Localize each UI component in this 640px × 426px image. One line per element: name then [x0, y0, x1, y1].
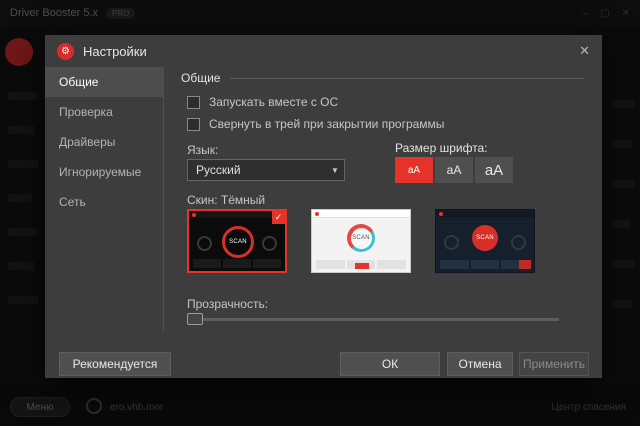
scan-ring: SCAN	[472, 225, 498, 251]
tray-label: Свернуть в трей при закрытии программы	[209, 117, 445, 131]
autostart-checkbox[interactable]	[187, 95, 200, 109]
check-icon: ✓	[272, 211, 285, 224]
scan-text: SCAN	[229, 239, 247, 245]
chevron-down-icon: ▼	[331, 165, 339, 175]
transparency-slider-handle[interactable]	[187, 313, 203, 325]
font-size-label: Размер шрифта:	[395, 141, 488, 155]
scan-ring: SCAN	[222, 226, 254, 258]
close-icon[interactable]: ✕	[579, 43, 590, 59]
recommended-button[interactable]: Рекомендуется	[59, 352, 171, 376]
dialog-titlebar: ⚙ Настройки ✕	[45, 35, 602, 67]
transparency-label: Прозрачность:	[187, 297, 269, 311]
thumb-accent	[355, 263, 369, 269]
skin-label: Скин: Тёмный	[187, 193, 266, 207]
sidebar-item-ignored[interactable]: Игнорируемые	[45, 157, 163, 187]
app-logo-icon: ⚙	[57, 42, 74, 60]
sidebar-item-general[interactable]: Общие	[45, 67, 163, 97]
thumb-panels	[193, 259, 281, 268]
gauge-icon	[197, 236, 212, 251]
font-size-small-button[interactable]: аА	[395, 157, 433, 183]
skin-thumb-dark[interactable]: SCAN ✓	[187, 209, 287, 273]
section-title: Общие	[181, 71, 221, 85]
gauge-icon	[511, 235, 526, 250]
font-size-group: аА аА аА	[395, 157, 513, 183]
language-label: Язык:	[187, 143, 219, 157]
skin-thumb-navy[interactable]: SCAN	[435, 209, 535, 273]
tray-checkbox[interactable]	[187, 117, 200, 131]
ok-button[interactable]: ОК	[340, 352, 440, 376]
gauge-icon	[444, 235, 459, 250]
thumb-accent	[519, 260, 531, 269]
settings-sidebar: Общие Проверка Драйверы Игнорируемые Сет…	[45, 67, 164, 332]
font-size-large-button[interactable]: аА	[475, 157, 513, 183]
thumb-panels	[440, 260, 531, 269]
transparency-slider-track[interactable]	[187, 318, 559, 321]
font-size-medium-button[interactable]: аА	[435, 157, 473, 183]
thumb-titlebar	[312, 210, 410, 218]
section-divider	[230, 77, 584, 79]
autostart-label: Запускать вместе с ОС	[209, 95, 339, 109]
sidebar-item-drivers[interactable]: Драйверы	[45, 127, 163, 157]
autostart-option: Запускать вместе с ОС	[187, 95, 338, 109]
section-header: Общие	[181, 71, 584, 85]
sidebar-item-scan[interactable]: Проверка	[45, 97, 163, 127]
thumb-titlebar	[436, 210, 534, 217]
apply-button[interactable]: Применить	[519, 352, 589, 376]
scan-text: SCAN	[476, 235, 494, 241]
tray-option: Свернуть в трей при закрытии программы	[187, 117, 444, 131]
skin-thumb-light[interactable]: SCAN	[311, 209, 411, 273]
language-dropdown[interactable]: Русский ▼	[187, 159, 345, 181]
dialog-title: Настройки	[83, 43, 147, 59]
language-value: Русский	[196, 163, 241, 177]
scan-ring: SCAN	[347, 224, 375, 252]
thumb-titlebar	[189, 211, 285, 218]
scan-text: SCAN	[352, 235, 370, 241]
app-window: Driver Booster 5.x PRO – ▢ ✕ Меню ero.vh…	[0, 0, 640, 426]
gauge-icon	[262, 236, 277, 251]
sidebar-item-network[interactable]: Сеть	[45, 187, 163, 217]
settings-dialog: ⚙ Настройки ✕ Общие Проверка Драйверы Иг…	[45, 35, 602, 378]
cancel-button[interactable]: Отмена	[447, 352, 513, 376]
